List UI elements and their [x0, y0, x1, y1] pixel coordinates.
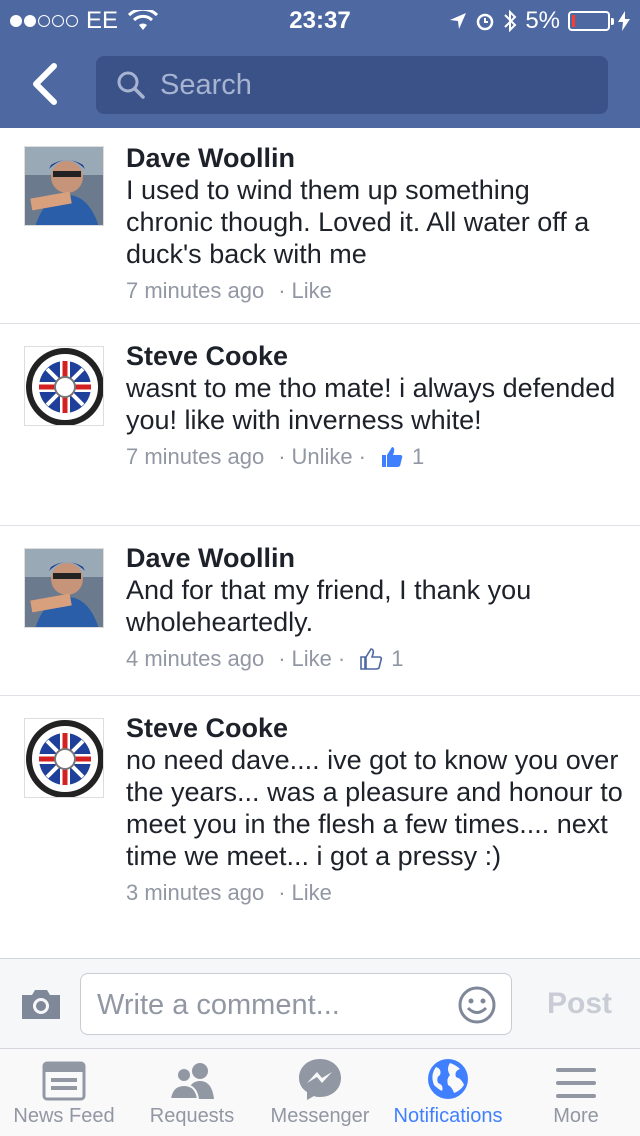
comment-input[interactable]: Write a comment...	[80, 973, 512, 1035]
friend-requests-icon	[168, 1063, 214, 1100]
comment-item: Dave Woollin And for that my friend, I t…	[0, 526, 640, 696]
like-count: 1	[391, 646, 404, 671]
comment-composer: Write a comment... Post	[0, 958, 640, 1048]
tab-label: Notifications	[393, 1105, 503, 1127]
comment-item: Dave Woollin I used to wind them up some…	[0, 128, 640, 324]
tab-label: Messenger	[270, 1105, 370, 1127]
back-chevron-icon[interactable]	[24, 60, 68, 108]
charging-bolt-icon	[618, 11, 630, 31]
tab-label: Requests	[149, 1105, 235, 1127]
like-link[interactable]: Like	[292, 278, 332, 304]
comment-author[interactable]: Dave Woollin	[126, 542, 624, 574]
tab-label: News Feed	[13, 1105, 115, 1127]
search-icon	[117, 71, 145, 99]
battery-icon	[568, 11, 614, 31]
battery-percent: 5%	[525, 7, 560, 34]
tab-more[interactable]: More	[512, 1049, 640, 1136]
menu-icon	[556, 1068, 596, 1098]
like-link[interactable]: Like	[292, 880, 332, 906]
tab-requests[interactable]: Requests	[128, 1049, 256, 1136]
avatar[interactable]	[24, 548, 104, 628]
emoji-icon[interactable]	[457, 985, 497, 1025]
camera-icon[interactable]	[20, 987, 62, 1021]
comment-text: I used to wind them up something chronic…	[126, 175, 590, 269]
navigation-bar: EE 23:37 5% Search	[0, 0, 640, 128]
like-count: 1	[412, 444, 425, 469]
status-bar: EE 23:37 5%	[0, 0, 640, 40]
tab-messenger[interactable]: Messenger	[256, 1049, 384, 1136]
comment-author[interactable]: Steve Cooke	[126, 712, 624, 744]
comment-meta: 7 minutes ago · Like	[126, 278, 332, 304]
tab-label: More	[553, 1105, 599, 1127]
comment-text: wasnt to me tho mate! i always defended …	[126, 373, 616, 435]
comment-author[interactable]: Dave Woollin	[126, 142, 624, 174]
unlike-link[interactable]: Unlike	[292, 444, 353, 470]
comment-author[interactable]: Steve Cooke	[126, 340, 624, 372]
comment-timestamp: 4 minutes ago	[126, 646, 265, 671]
post-button[interactable]: Post	[547, 987, 612, 1021]
tab-news-feed[interactable]: News Feed	[0, 1049, 128, 1136]
avatar[interactable]	[24, 346, 104, 426]
location-arrow-icon	[450, 13, 467, 29]
comment-timestamp: 7 minutes ago	[126, 278, 265, 303]
comment-placeholder: Write a comment...	[97, 989, 340, 1021]
bluetooth-icon	[504, 9, 517, 33]
avatar[interactable]	[24, 718, 104, 798]
status-right: 5%	[449, 7, 630, 35]
tab-notifications[interactable]: Notifications	[384, 1049, 512, 1136]
comment-timestamp: 7 minutes ago	[126, 444, 265, 469]
news-feed-icon	[42, 1061, 86, 1101]
comment-meta: 4 minutes ago · Like · 1	[126, 646, 404, 672]
alarm-icon	[477, 13, 494, 31]
comment-text: no need dave.... ive got to know you ove…	[126, 745, 623, 871]
search-placeholder: Search	[160, 68, 252, 101]
comment-list: Dave Woollin I used to wind them up some…	[0, 128, 640, 958]
thumbs-up-icon	[380, 445, 404, 469]
comment-timestamp: 3 minutes ago	[126, 880, 265, 905]
comment-meta: 7 minutes ago · Unlike · 1	[126, 444, 425, 470]
comment-meta: 3 minutes ago · Like	[126, 880, 332, 906]
like-link[interactable]: Like	[292, 646, 332, 672]
comment-text: And for that my friend, I thank you whol…	[126, 575, 532, 637]
comment-item: Steve Cooke wasnt to me tho mate! i alwa…	[0, 324, 640, 526]
thumbs-up-icon	[359, 647, 383, 671]
globe-icon	[428, 1059, 468, 1099]
avatar[interactable]	[24, 146, 104, 226]
search-bar[interactable]: Search	[96, 56, 608, 114]
tab-bar: News Feed Requests Messenger Notificatio…	[0, 1048, 640, 1136]
messenger-icon	[299, 1059, 341, 1100]
comment-item: Steve Cooke no need dave.... ive got to …	[0, 696, 640, 958]
